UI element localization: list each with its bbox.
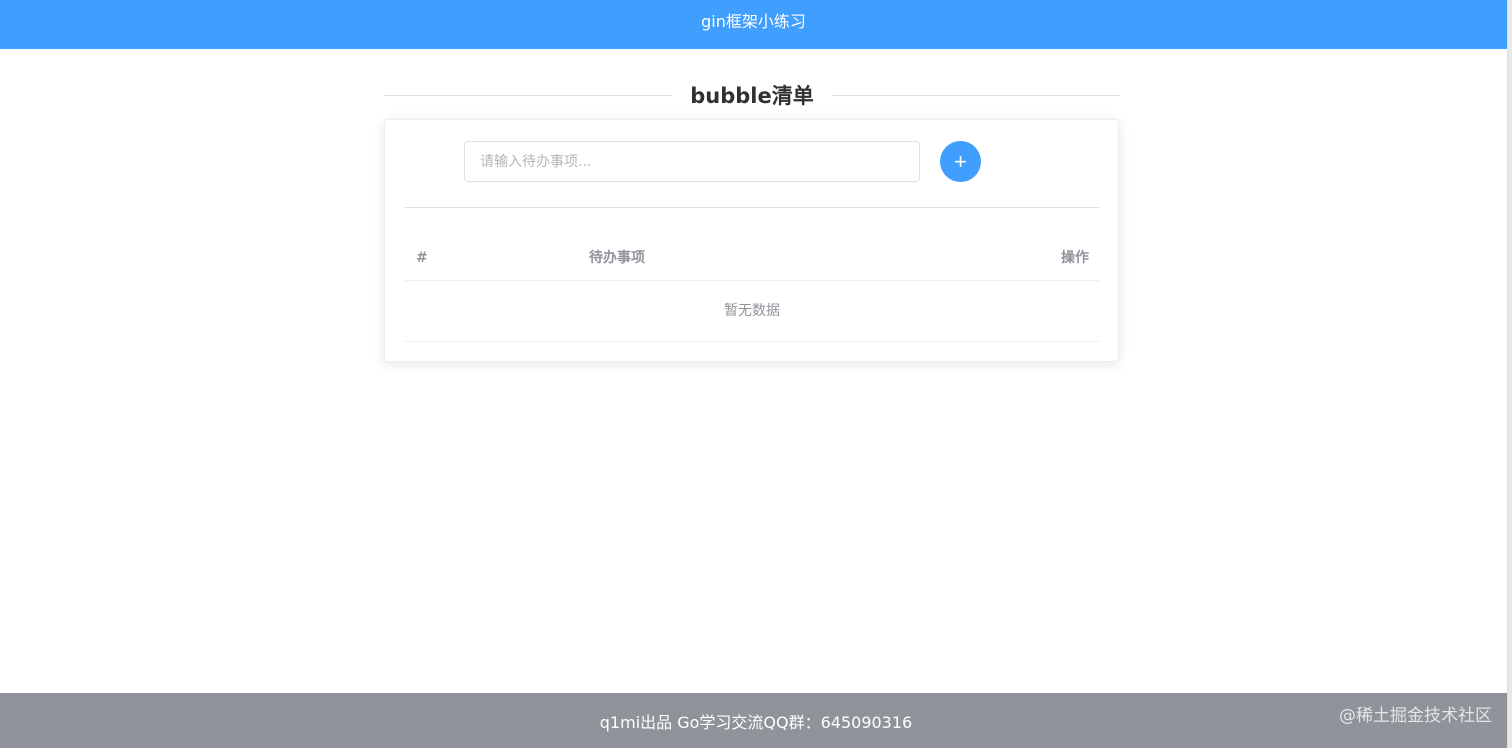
page: gin框架小练习 bubble清单 + # 待办事项 操作 暂无数据 q1mi出… (0, 0, 1512, 748)
todo-card: + # 待办事项 操作 暂无数据 (384, 119, 1119, 362)
title-divider-right (832, 95, 1120, 96)
table-empty-row: 暂无数据 (405, 281, 1099, 342)
todo-table: # 待办事项 操作 暂无数据 (405, 236, 1099, 342)
table-header: # 待办事项 操作 (405, 236, 1099, 281)
list-title-row: bubble清单 (384, 80, 1120, 112)
plus-icon: + (954, 149, 967, 174)
app-title: gin框架小练习 (701, 11, 806, 31)
empty-text: 暂无数据 (724, 303, 780, 319)
add-todo-button[interactable]: + (940, 141, 981, 182)
watermark: @稀土掘金技术社区 (1339, 706, 1492, 726)
footer-text: q1mi出品 Go学习交流QQ群：645090316 (599, 713, 913, 732)
vertical-scrollbar[interactable] (1507, 0, 1512, 748)
column-header-todo: 待办事项 (589, 250, 645, 266)
column-header-actions: 操作 (1061, 250, 1089, 266)
title-divider-left (384, 95, 672, 96)
page-title: bubble清单 (672, 80, 832, 112)
card-divider (405, 207, 1099, 208)
top-nav-bar: gin框架小练习 (0, 0, 1507, 49)
footer: q1mi出品 Go学习交流QQ群：645090316 @稀土掘金技术社区 (0, 693, 1512, 748)
todo-input[interactable] (464, 141, 920, 182)
